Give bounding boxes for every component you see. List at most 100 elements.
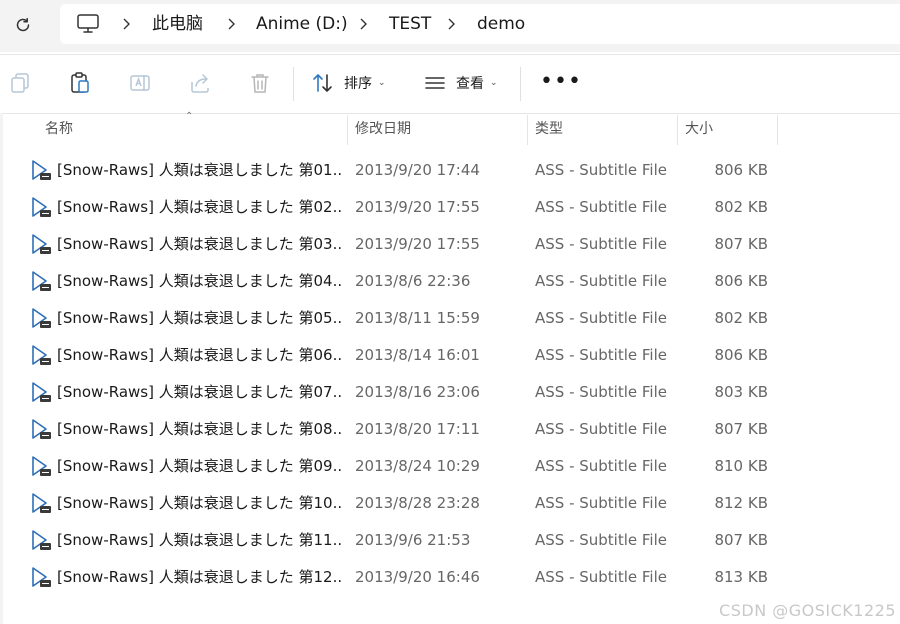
file-size: 807 KB [714, 235, 768, 253]
file-row[interactable]: [Snow-Raws] 人類は衰退しました 第01... 2013/9/20 17… [0, 152, 900, 189]
file-name: [Snow-Raws] 人類は衰退しました 第02... [57, 198, 342, 216]
file-row[interactable]: [Snow-Raws] 人類は衰退しました 第07... 2013/8/16 23… [0, 374, 900, 411]
file-modified-date: 2013/8/14 16:01 [355, 346, 480, 364]
file-modified-date: 2013/8/28 23:28 [355, 494, 480, 512]
subtitle-file-icon [32, 271, 51, 291]
file-row[interactable]: [Snow-Raws] 人類は衰退しました 第05... 2013/8/11 15… [0, 300, 900, 337]
subtitle-file-icon [32, 382, 51, 402]
chevron-right-icon[interactable] [355, 4, 371, 44]
watermark: CSDN @GOSICK1225 [719, 601, 896, 620]
file-modified-date: 2013/8/11 15:59 [355, 309, 480, 327]
column-resize-handle[interactable] [777, 115, 778, 145]
toolbar-divider [293, 67, 294, 101]
rename-icon[interactable] [128, 71, 152, 95]
refresh-icon [16, 17, 30, 32]
file-modified-date: 2013/8/20 17:11 [355, 420, 480, 438]
file-size: 810 KB [714, 457, 768, 475]
file-modified-date: 2013/9/20 16:46 [355, 568, 480, 586]
file-type: ASS - Subtitle File [535, 272, 667, 290]
subtitle-file-icon [32, 234, 51, 254]
breadcrumb-item-this-pc[interactable]: 此电脑 [152, 4, 203, 44]
file-name: [Snow-Raws] 人類は衰退しました 第05... [57, 309, 342, 327]
address-bar-region: 此电脑 Anime (D:) TEST demo [0, 0, 900, 52]
file-type: ASS - Subtitle File [535, 383, 667, 401]
file-size: 806 KB [714, 161, 768, 179]
toolbar-divider [520, 67, 521, 101]
file-size: 807 KB [714, 420, 768, 438]
subtitle-file-icon [32, 567, 51, 587]
more-options-button[interactable]: ••• [540, 71, 582, 93]
file-type: ASS - Subtitle File [535, 235, 667, 253]
file-row[interactable]: [Snow-Raws] 人類は衰退しました 第12... 2013/9/20 16… [0, 559, 900, 596]
file-name: [Snow-Raws] 人類は衰退しました 第08... [57, 420, 342, 438]
file-name: [Snow-Raws] 人類は衰退しました 第12... [57, 568, 342, 586]
breadcrumb-item-drive[interactable]: Anime (D:) [256, 4, 348, 44]
file-type: ASS - Subtitle File [535, 309, 667, 327]
chevron-right-icon[interactable] [118, 4, 134, 44]
file-type: ASS - Subtitle File [535, 198, 667, 216]
file-modified-date: 2013/9/20 17:55 [355, 235, 480, 253]
file-list: [Snow-Raws] 人類は衰退しました 第01... 2013/9/20 17… [0, 152, 900, 596]
file-name: [Snow-Raws] 人類は衰退しました 第09... [57, 457, 342, 475]
copy-icon[interactable] [8, 71, 32, 95]
chevron-down-icon: ⌄ [378, 78, 386, 88]
file-type: ASS - Subtitle File [535, 420, 667, 438]
file-name: [Snow-Raws] 人類は衰退しました 第01... [57, 161, 342, 179]
paste-icon[interactable] [68, 71, 92, 95]
subtitle-file-icon [32, 197, 51, 217]
column-header-type[interactable]: 类型 [535, 113, 563, 145]
file-modified-date: 2013/8/24 10:29 [355, 457, 480, 475]
breadcrumb[interactable]: 此电脑 Anime (D:) TEST demo [60, 4, 900, 44]
subtitle-file-icon [32, 160, 51, 180]
file-row[interactable]: [Snow-Raws] 人類は衰退しました 第11... 2013/9/6 21:… [0, 522, 900, 559]
file-type: ASS - Subtitle File [535, 346, 667, 364]
chevron-right-icon[interactable] [223, 4, 239, 44]
breadcrumb-item-test[interactable]: TEST [389, 4, 431, 44]
subtitle-file-icon [32, 345, 51, 365]
computer-icon[interactable] [76, 13, 100, 35]
command-bar: 排序 ⌄ 查看 ⌄ ••• [0, 54, 900, 114]
file-name: [Snow-Raws] 人類は衰退しました 第03... [57, 235, 342, 253]
file-row[interactable]: [Snow-Raws] 人類は衰退しました 第10... 2013/8/28 23… [0, 485, 900, 522]
file-modified-date: 2013/9/20 17:55 [355, 198, 480, 216]
view-button[interactable]: 查看 ⌄ [424, 69, 498, 97]
file-type: ASS - Subtitle File [535, 457, 667, 475]
chevron-down-icon: ⌄ [490, 78, 498, 88]
sort-label: 排序 [344, 76, 372, 92]
column-header-name[interactable]: 名称 [45, 113, 73, 145]
file-row[interactable]: [Snow-Raws] 人類は衰退しました 第03... 2013/9/20 17… [0, 226, 900, 263]
file-modified-date: 2013/8/6 22:36 [355, 272, 471, 290]
breadcrumb-item-demo[interactable]: demo [477, 4, 525, 44]
column-resize-handle[interactable] [527, 115, 528, 145]
refresh-button[interactable] [8, 10, 38, 40]
subtitle-file-icon [32, 493, 51, 513]
file-size: 803 KB [714, 383, 768, 401]
sort-button[interactable]: 排序 ⌄ [312, 69, 386, 97]
column-resize-handle[interactable] [677, 115, 678, 145]
file-size: 806 KB [714, 346, 768, 364]
column-resize-handle[interactable] [347, 115, 348, 145]
file-row[interactable]: [Snow-Raws] 人類は衰退しました 第04... 2013/8/6 22:… [0, 263, 900, 300]
file-size: 802 KB [714, 198, 768, 216]
file-row[interactable]: [Snow-Raws] 人類は衰退しました 第06... 2013/8/14 16… [0, 337, 900, 374]
column-header-date[interactable]: 修改日期 [355, 113, 411, 145]
chevron-right-icon[interactable] [443, 4, 459, 44]
file-type: ASS - Subtitle File [535, 568, 667, 586]
view-list-icon [425, 77, 445, 89]
file-type: ASS - Subtitle File [535, 161, 667, 179]
file-row[interactable]: [Snow-Raws] 人類は衰退しました 第02... 2013/9/20 17… [0, 189, 900, 226]
file-name: [Snow-Raws] 人類は衰退しました 第11... [57, 531, 342, 549]
file-name: [Snow-Raws] 人類は衰退しました 第10... [57, 494, 342, 512]
file-modified-date: 2013/9/20 17:44 [355, 161, 480, 179]
share-icon[interactable] [188, 71, 212, 95]
file-row[interactable]: [Snow-Raws] 人類は衰退しました 第08... 2013/8/20 17… [0, 411, 900, 448]
delete-icon[interactable] [248, 71, 272, 95]
file-type: ASS - Subtitle File [535, 494, 667, 512]
file-type: ASS - Subtitle File [535, 531, 667, 549]
file-size: 813 KB [714, 568, 768, 586]
subtitle-file-icon [32, 419, 51, 439]
column-header-size[interactable]: 大小 [685, 113, 713, 145]
file-size: 806 KB [714, 272, 768, 290]
sort-ascending-icon: ⌃ [185, 111, 194, 122]
file-row[interactable]: [Snow-Raws] 人類は衰退しました 第09... 2013/8/24 10… [0, 448, 900, 485]
